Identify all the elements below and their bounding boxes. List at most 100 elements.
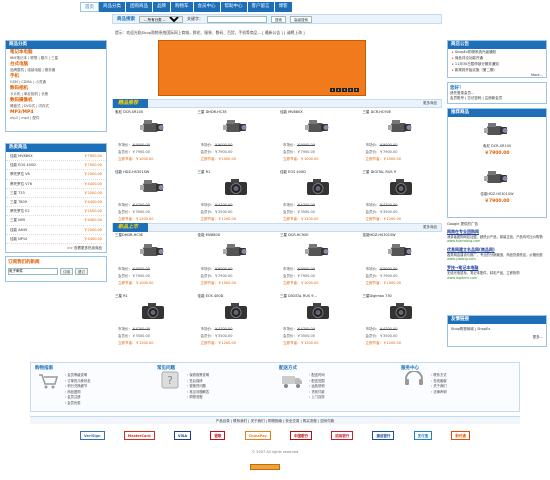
camera-icon[interactable] [305,242,331,260]
ad-item[interactable]: 优易网建立名品网(商品网) 各类网店建设与推广，专业的分销渠道，商品货源充足，价格… [447,247,547,261]
help-link[interactable]: 积分兑换细节 [65,384,90,390]
help-link[interactable]: 购物流程 [187,395,209,401]
product-name[interactable]: 三星 DCR-HC90E [363,110,392,115]
friend-links-more[interactable]: 更多... [448,335,546,340]
hot-item-name[interactable]: 佳能 A640 [10,226,27,234]
category-group-title[interactable]: 数码摄像机 [6,97,106,104]
banner-dot[interactable]: 1 [330,88,335,92]
camera-icon[interactable] [387,118,414,136]
nav-tab-7[interactable]: 客户留言 [247,2,275,12]
nav-tab-6[interactable]: 帮助中心 [220,2,248,12]
category-group-title[interactable]: MP3/MP4 [6,109,106,116]
hot-item-name[interactable]: 三星 T33 [10,189,25,197]
product-card[interactable]: 佳能 MV880X 市场价：￥9000.00 会员价：￥7900.00 立即节省：￥1… [195,233,278,294]
camera-icon[interactable] [140,242,166,260]
ad-url[interactable]: www.logitech.com [447,276,547,280]
recommend-item-name[interactable]: 索尼 DCR-SR100 [448,144,546,149]
hot-more-link[interactable]: >> 查看更多热卖商品 [6,244,106,253]
nav-tab-2[interactable]: 团购商品 [126,2,153,12]
nav-tab-0[interactable]: 首页 [80,2,99,12]
nav-tab-4[interactable]: 购物车 [171,2,194,12]
product-name[interactable]: 三星 DCR-HC90E [280,233,309,238]
hot-item-name[interactable]: 摩托罗拉 V76 [10,180,32,188]
hot-item-name[interactable]: 三星 N90 [10,216,25,224]
hot-item-name[interactable]: 佳能 NP10 [10,235,27,243]
banner-dot[interactable]: 3 [342,88,347,92]
product-card[interactable]: 佳能 EOS 400D 市场价：￥4700.00 会员价：￥3500.00 立即节省：… [195,294,278,354]
hot-item[interactable]: 三星 N90 ￥4400.00 [6,216,106,226]
hot-item[interactable]: 佳能 A640 ￥2500.00 [6,226,106,235]
ad-url[interactable]: www.tuanwang.com [447,239,547,243]
search-input[interactable] [207,15,267,23]
camera-icon[interactable] [140,302,166,320]
subscribe-button[interactable]: 订阅 [60,268,73,275]
hot-item[interactable]: 三星 T809 ￥4400.00 [6,198,106,208]
camera-icon[interactable] [140,178,166,196]
product-name[interactable]: 佳能 MV880X [280,110,303,115]
product-card[interactable]: 三星DHDR-HC3E 市场价：￥9000.00 会员价：￥7900.00 立即节省：… [112,233,195,294]
product-name[interactable]: 三星 DIGITAL RUS 9 [363,170,396,175]
hot-item[interactable]: 三星 T33 ￥2500.00 [6,189,106,199]
announce-item-text[interactable]: 商品评论功能开通 [455,56,483,60]
category-group-title[interactable]: 笔记本电脑 [6,49,106,56]
hot-item[interactable]: 摩托罗拉 V76 ￥4400.00 [6,180,106,189]
recommend-item[interactable]: 索尼 DCR-SR100 ￥7900.00 [448,117,546,165]
promo-banner[interactable]: 12345 [158,40,366,96]
product-card[interactable]: 三星 DIGITAL RUS 9... 市场价：￥4700.00 会员价：￥3500… [277,294,360,354]
ad-item[interactable]: 网商在专业团购网 消费者团购网站加盟，超低价产品，原装正品，产品均可比价购物 www… [447,229,547,243]
camera-icon[interactable] [305,178,331,196]
help-link[interactable]: 关于我们 [431,384,446,390]
camera-icon[interactable] [140,118,166,136]
product-name[interactable]: 三星 R1 [115,294,128,299]
search-button[interactable]: 搜索 [271,15,286,23]
advanced-search-button[interactable]: 高级搜索 [290,15,312,23]
camera-icon[interactable] [222,118,249,136]
site-badge-icon[interactable] [250,464,280,470]
help-link[interactable]: 保修政策说明 [187,373,209,379]
category-group-links[interactable]: mp3 | mp4 | 配件 [6,116,106,121]
ad-item[interactable]: 罗技→笔记本电脑 无线光电鼠标，笔记本配件，精彩产品，立即抢购 www.logite… [447,265,547,279]
camera-icon[interactable] [222,242,249,260]
product-card[interactable]: 三星 DCR-HC90E 市场价：￥9000.00 会员价：￥7900.00 立即节省… [360,110,443,170]
footer-links[interactable]: 产品目录 | 联系我们 | 关于我们 | 购物指南 | 安全交易 | 购买流程 … [30,416,520,424]
product-card[interactable]: 三星 R1 市场价：￥4700.00 会员价：￥3500.00 立即节省：￥1200.… [195,170,278,230]
product-card[interactable]: 索尼 DCR-SR100 市场价：￥9000.00 会员价：￥7900.00 立即节省… [112,110,195,170]
hot-item[interactable]: 佳能 NP10 ￥4400.00 [6,235,106,245]
camera-icon[interactable] [484,121,512,139]
product-card[interactable]: 佳能 EOS 400D 市场价：￥4700.00 会员价：￥3500.00 立即节省：… [277,170,360,230]
ad-url[interactable]: www.yiwang.com [447,257,547,261]
hot-item-name[interactable]: 摩托罗拉 V8 [10,170,30,178]
product-name[interactable]: 索尼 DCR-SR100 [115,110,143,115]
product-card[interactable]: 三星 DIGITAL RUS 9 市场价：￥4700.00 会员价：￥3500.00… [360,170,443,230]
help-link[interactable]: 运费说明 [309,384,324,390]
camera-icon[interactable] [388,178,414,196]
product-name[interactable]: 佳能 HDZ-HS301SW [115,170,149,175]
camera-icon[interactable] [388,302,414,320]
product-name[interactable]: 佳能HDZ-HS301SW [363,233,396,238]
banner-dot[interactable]: 2 [336,88,341,92]
banner-dot[interactable]: 5 [354,88,359,92]
section-new-more[interactable]: 更多商品 [423,225,437,230]
category-group-title[interactable]: 手机 [6,73,106,80]
announce-item-text[interactable]: 11月30日暂停部分服务通知 [455,62,499,66]
product-name[interactable]: 三星 DHDR-HC3E [198,110,227,115]
product-card[interactable]: 三星 DCR-HC90E 市场价：￥9000.00 会员价：￥7900.00 立即节省… [277,233,360,294]
announce-more-link[interactable]: More... [448,73,546,77]
hot-item[interactable]: 摩托罗拉 V8 ￥2500.00 [6,170,106,180]
help-link[interactable]: 会员优惠 [65,401,90,407]
product-card[interactable]: 三星 R1 市场价：￥4700.00 会员价：￥3500.00 立即节省：￥1200.… [112,294,195,354]
nav-tab-3[interactable]: 品牌 [153,2,171,12]
product-name[interactable]: 三星DHDR-HC3E [115,233,143,238]
product-name[interactable]: 三星 R1 [198,170,211,175]
announce-item-text[interactable]: ShopEx购物系统升级通知 [455,50,496,54]
email-field[interactable] [8,268,58,275]
hot-item-name[interactable]: 佳能 EOS 400D [10,161,36,169]
recommend-item[interactable]: 佳能HDZ-HS301SW ￥7900.00 [448,165,546,213]
product-card[interactable]: 佳能HDZ-HS301SW 市场价：￥9000.00 会员价：￥7900.00 立即节… [360,233,443,294]
camera-icon[interactable] [305,118,331,136]
hot-item[interactable]: 佳能 EOS 400D ￥7900.00 [6,161,106,171]
product-card[interactable]: 佳能 HDZ-HS301SW 市场价：￥4700.00 会员价：￥3500.00 立即… [112,170,195,230]
nav-tab-5[interactable]: 会员中心 [193,2,221,12]
product-card[interactable]: 佳能 MV880X 市场价：￥9000.00 会员价：￥7900.00 立即节省：￥1… [277,110,360,170]
product-name[interactable]: 佳能 MV880X [198,233,221,238]
